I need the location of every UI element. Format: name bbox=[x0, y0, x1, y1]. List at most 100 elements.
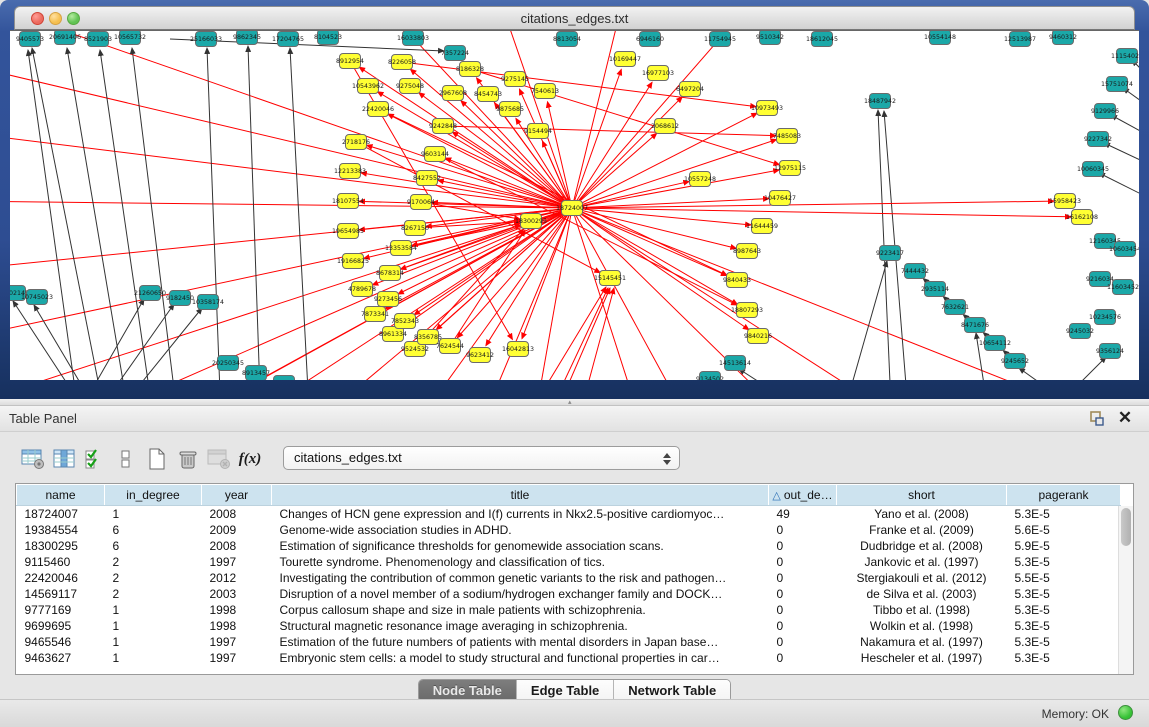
graph-node[interactable]: 9510342 bbox=[756, 31, 784, 45]
graph-node[interactable]: 10476427 bbox=[764, 191, 796, 206]
table-row[interactable]: 911546021997Tourette syndrome. Phenomeno… bbox=[17, 554, 1121, 570]
graph-node[interactable]: 8454743 bbox=[474, 87, 502, 102]
graph-node[interactable]: 9273456 bbox=[374, 292, 402, 307]
table-cell[interactable]: 9463627 bbox=[17, 650, 105, 666]
graph-node[interactable]: 9862345 bbox=[233, 31, 261, 45]
graph-node[interactable]: 9223417 bbox=[876, 246, 904, 261]
graph-node[interactable]: 9840216 bbox=[744, 329, 772, 344]
graph-node[interactable]: 10060345 bbox=[1077, 162, 1109, 177]
graph-node[interactable]: 7444432 bbox=[901, 264, 929, 279]
graph-node[interactable]: 10358174 bbox=[192, 295, 224, 310]
graph-node[interactable]: 16162108 bbox=[1066, 210, 1098, 225]
table-cell[interactable]: 9699695 bbox=[17, 618, 105, 634]
table-cell[interactable]: 2009 bbox=[202, 522, 272, 538]
table-row[interactable]: 946362711997Embryonic stem cells: a mode… bbox=[17, 650, 1121, 666]
table-cell[interactable]: 0 bbox=[769, 538, 837, 554]
table-cell[interactable]: 1 bbox=[105, 506, 202, 522]
table-cell[interactable]: 9115460 bbox=[17, 554, 105, 570]
table-cell[interactable]: Estimation of significance thresholds fo… bbox=[272, 538, 769, 554]
table-cell[interactable]: 0 bbox=[769, 602, 837, 618]
graph-node[interactable]: 7873341 bbox=[361, 307, 389, 322]
graph-node[interactable]: 9182450 bbox=[166, 291, 194, 306]
show-columns-button[interactable] bbox=[49, 444, 79, 474]
graph-node[interactable]: 9242848 bbox=[429, 119, 457, 134]
graph-node[interactable]: 10234576 bbox=[1089, 310, 1121, 325]
table-cell[interactable]: Wolkin et al. (1998) bbox=[837, 618, 1007, 634]
table-cell[interactable]: 6 bbox=[105, 538, 202, 554]
graph-node[interactable]: 2718176 bbox=[342, 135, 370, 150]
select-all-button[interactable] bbox=[80, 444, 110, 474]
graph-node[interactable]: 11154023 bbox=[1111, 49, 1139, 64]
graph-node[interactable]: 18487942 bbox=[864, 94, 896, 109]
table-cell[interactable]: 1998 bbox=[202, 602, 272, 618]
table-cell[interactable]: 1 bbox=[105, 618, 202, 634]
graph-node[interactable]: 19654985 bbox=[332, 224, 364, 239]
graph-node[interactable]: 9170064 bbox=[407, 195, 435, 210]
graph-node[interactable]: 10565732 bbox=[114, 31, 146, 45]
graph-node[interactable]: 9356124 bbox=[1096, 344, 1124, 359]
table-cell[interactable]: Franke et al. (2009) bbox=[837, 522, 1007, 538]
graph-node[interactable]: 12975115 bbox=[774, 161, 806, 176]
graph-node[interactable]: 10654112 bbox=[979, 336, 1011, 351]
graph-node[interactable]: 8987643 bbox=[733, 244, 761, 259]
graph-node[interactable]: 14513614 bbox=[719, 356, 751, 371]
table-cell[interactable]: 5.5E-5 bbox=[1007, 570, 1121, 586]
graph-node[interactable]: 8427552 bbox=[413, 171, 441, 186]
table-cell[interactable]: 1 bbox=[105, 634, 202, 650]
table-cell[interactable]: 0 bbox=[769, 618, 837, 634]
graph-node[interactable]: 7357224 bbox=[441, 46, 469, 61]
table-cell[interactable]: 9777169 bbox=[17, 602, 105, 618]
graph-node[interactable]: 7632621 bbox=[941, 300, 969, 315]
graph-node[interactable]: 9154494 bbox=[524, 124, 552, 139]
graph-node[interactable]: 18612045 bbox=[806, 32, 838, 47]
graph-node[interactable]: 2068612 bbox=[651, 119, 679, 134]
graph-node[interactable]: 12213383 bbox=[334, 164, 366, 179]
graph-node[interactable]: 20691406 bbox=[49, 31, 81, 45]
graph-node[interactable]: 20250345 bbox=[212, 356, 244, 371]
graph-node[interactable]: 15145451 bbox=[594, 271, 626, 286]
table-row[interactable]: 977716911998Corpus callosum shape and si… bbox=[17, 602, 1121, 618]
column-header-name[interactable]: name bbox=[17, 485, 105, 506]
graph-node[interactable]: 16042813 bbox=[502, 342, 534, 357]
table-cell[interactable]: 5.3E-5 bbox=[1007, 506, 1121, 522]
graph-node[interactable]: 9405573 bbox=[16, 32, 44, 47]
graph-node[interactable]: 10557248 bbox=[684, 172, 716, 187]
table-cell[interactable]: Dudbridge et al. (2008) bbox=[837, 538, 1007, 554]
graph-node[interactable]: 8678314 bbox=[376, 266, 404, 281]
graph-node[interactable]: 9227342 bbox=[1084, 132, 1112, 147]
graph-node[interactable]: 16033803 bbox=[397, 31, 429, 46]
graph-node[interactable]: 7852343 bbox=[391, 314, 419, 329]
graph-node[interactable]: 8813054 bbox=[553, 32, 581, 47]
table-cell[interactable]: 18300295 bbox=[17, 538, 105, 554]
table-cell[interactable]: Estimation of the future numbers of pati… bbox=[272, 634, 769, 650]
drag-handle-icon[interactable]: ▴ bbox=[568, 400, 580, 405]
table-cell[interactable]: 5.3E-5 bbox=[1007, 602, 1121, 618]
graph-node[interactable]: 6946160 bbox=[636, 32, 664, 47]
column-header-short[interactable]: short bbox=[837, 485, 1007, 506]
graph-node[interactable]: 18107554 bbox=[332, 194, 364, 209]
table-cell[interactable]: 18724007 bbox=[17, 506, 105, 522]
graph-node[interactable]: 11754945 bbox=[704, 32, 736, 47]
table-cell[interactable]: 5.9E-5 bbox=[1007, 538, 1121, 554]
table-cell[interactable]: 0 bbox=[769, 650, 837, 666]
table-cell[interactable]: 2 bbox=[105, 570, 202, 586]
table-cell[interactable]: 5.3E-5 bbox=[1007, 650, 1121, 666]
table-mode-button[interactable] bbox=[18, 444, 48, 474]
table-cell[interactable]: Investigating the contribution of common… bbox=[272, 570, 769, 586]
table-row[interactable]: 1938455462009Genome-wide association stu… bbox=[17, 522, 1121, 538]
graph-node[interactable]: 9275048 bbox=[396, 79, 424, 94]
table-cell[interactable]: 22420046 bbox=[17, 570, 105, 586]
graph-node[interactable]: 9129966 bbox=[1091, 104, 1119, 119]
graph-node[interactable]: 16977103 bbox=[642, 66, 674, 81]
column-header-pagerank[interactable]: pagerank bbox=[1007, 485, 1121, 506]
table-cell[interactable]: 2008 bbox=[202, 506, 272, 522]
new-column-button[interactable] bbox=[142, 444, 172, 474]
panel-divider[interactable]: ▴ bbox=[0, 399, 1149, 406]
graph-node[interactable]: 15958423 bbox=[1049, 194, 1081, 209]
graph-node[interactable]: 8471676 bbox=[961, 318, 989, 333]
graph-node[interactable]: 9623412 bbox=[466, 348, 494, 363]
graph-node[interactable]: 9840433 bbox=[723, 273, 751, 288]
graph-node[interactable]: 9245652 bbox=[1001, 354, 1029, 369]
table-cell[interactable]: 0 bbox=[769, 570, 837, 586]
table-cell[interactable]: 2 bbox=[105, 586, 202, 602]
